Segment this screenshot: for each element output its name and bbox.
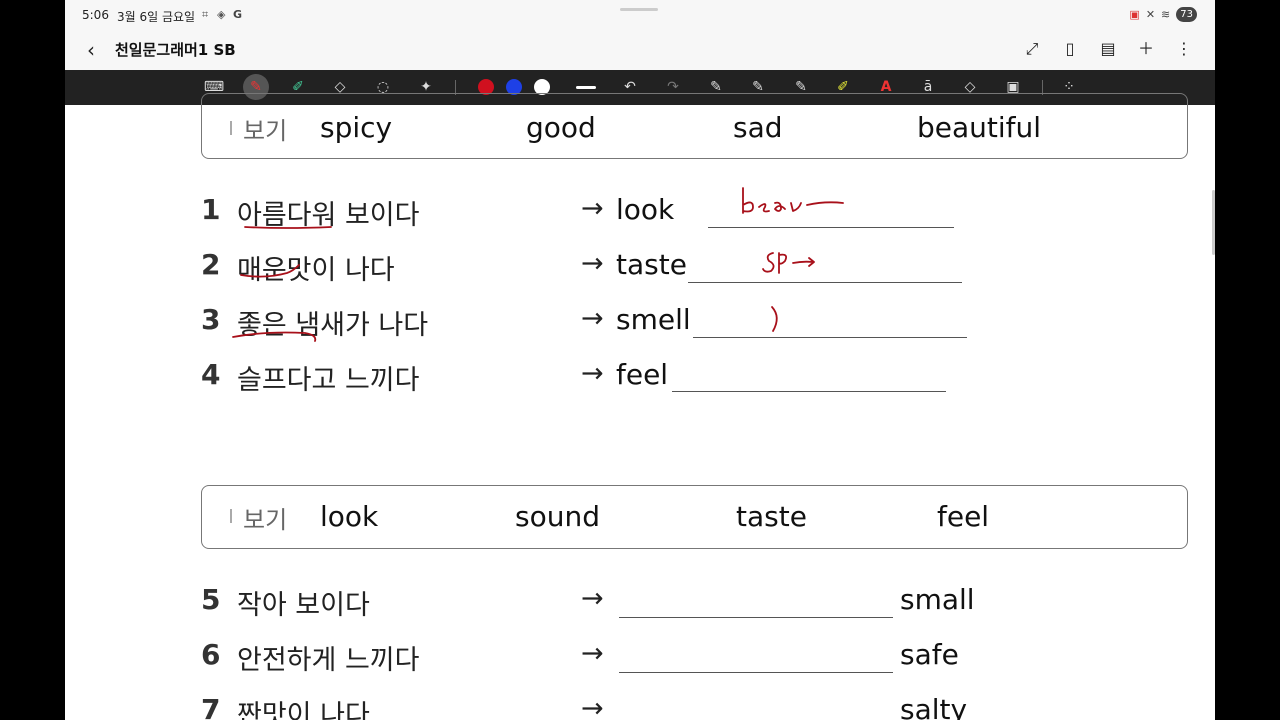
ink-underline — [244, 226, 332, 229]
battery-icon: 73 — [1176, 7, 1197, 22]
cast-icon: ▣ — [1129, 8, 1140, 21]
drag-handle[interactable] — [620, 8, 658, 11]
tablet-screen: 5:06 3월 6일 금요일 ⌗ ◈ G ▣ ✕ ≋ 73 ‹ 천일문그래머1 … — [65, 0, 1215, 720]
more-options-icon[interactable]: ⋮ — [1175, 38, 1193, 60]
add-icon[interactable]: ＋ — [1137, 38, 1155, 60]
ink-scribble — [771, 306, 778, 332]
title-bar: ‹ 천일문그래머1 SB ⤢ ▯ ▤ ＋ ⋮ — [65, 30, 1215, 70]
book-view-icon[interactable]: ▯ — [1061, 38, 1079, 60]
status-time: 5:06 — [82, 8, 109, 22]
ink-underline — [232, 331, 317, 342]
back-icon[interactable]: ‹ — [87, 38, 95, 62]
document-page[interactable]: 보기 spicy good sad beautiful 1 아름다워 보이다 →… — [65, 93, 1215, 720]
status-bar: 5:06 3월 6일 금요일 ⌗ ◈ G ▣ ✕ ≋ 73 — [65, 0, 1215, 30]
ink-underline — [240, 264, 300, 278]
diamond-icon: ◈ — [217, 8, 226, 21]
status-icons: ▣ ✕ ≋ 73 — [1129, 7, 1197, 22]
status-date: 3월 6일 금요일 — [117, 10, 196, 24]
stroke-thickness[interactable] — [576, 86, 596, 89]
page-title: 천일문그래머1 SB — [115, 41, 236, 59]
fullscreen-icon[interactable]: ⤢ — [1023, 38, 1041, 60]
wifi-icon: ≋ — [1161, 8, 1171, 21]
screenshot-icon: ⌗ — [202, 8, 209, 21]
google-icon: G — [233, 8, 243, 21]
ink-scribble — [742, 187, 844, 214]
mute-icon: ✕ — [1145, 8, 1156, 21]
ink-scribble — [762, 252, 815, 274]
scrollbar[interactable] — [1212, 190, 1215, 255]
page-settings-icon[interactable]: ▤ — [1099, 38, 1117, 60]
handwriting-layer — [232, 187, 844, 342]
